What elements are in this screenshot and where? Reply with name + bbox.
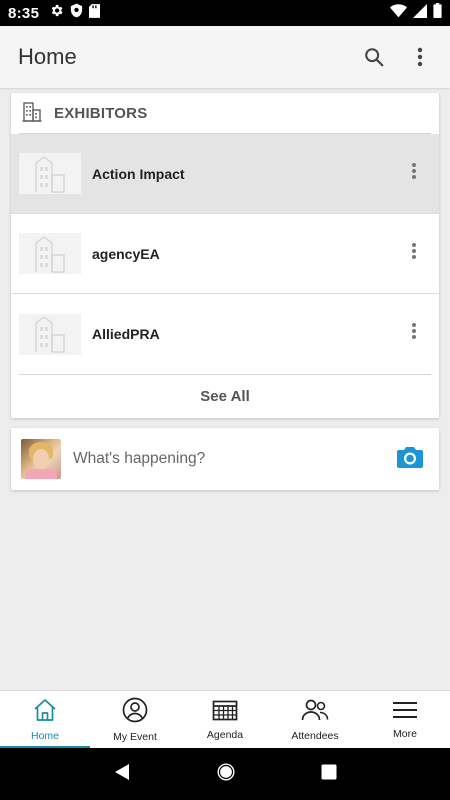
exhibitor-placeholder-image (19, 233, 81, 274)
nav-my-event[interactable]: My Event (90, 691, 180, 748)
status-bar: 8:35 (0, 0, 450, 26)
nav-more[interactable]: More (360, 691, 450, 748)
nav-label: More (393, 727, 417, 740)
nav-label: My Event (113, 730, 157, 743)
post-input[interactable]: What's happening? (73, 450, 205, 468)
exhibitors-card: EXHIBITORS Action Impact agencyEA Allied… (11, 93, 439, 418)
status-time: 8:35 (8, 4, 40, 22)
nav-agenda[interactable]: Agenda (180, 691, 270, 748)
exhibitors-title: EXHIBITORS (54, 104, 148, 122)
home-icon (32, 698, 58, 727)
nav-home[interactable]: Home (0, 691, 90, 748)
bottom-navigation: Home My Event Agenda Attendees More (0, 690, 450, 748)
avatar (21, 439, 61, 479)
people-icon (301, 698, 329, 727)
exhibitor-row[interactable]: Action Impact (11, 134, 439, 214)
person-circle-icon (122, 697, 148, 728)
page-title: Home (18, 44, 77, 69)
wifi-icon (390, 3, 407, 23)
exhibitor-name: agencyEA (92, 245, 160, 262)
system-navigation-bar (0, 748, 450, 800)
overflow-menu-icon[interactable] (408, 45, 432, 69)
more-vert-icon[interactable] (411, 162, 417, 185)
more-vert-icon[interactable] (411, 242, 417, 265)
exhibitor-row[interactable]: AlliedPRA (11, 294, 439, 374)
back-icon[interactable] (113, 763, 131, 786)
home-circle-icon[interactable] (216, 762, 236, 787)
shield-icon (70, 3, 83, 23)
signal-icon (413, 3, 427, 23)
search-icon[interactable] (362, 45, 386, 69)
app-bar: Home (0, 26, 450, 88)
exhibitor-placeholder-image (19, 313, 81, 355)
camera-icon[interactable] (397, 446, 423, 473)
calendar-grid-icon (212, 699, 238, 726)
exhibitor-name: Action Impact (92, 165, 185, 182)
see-all-button[interactable]: See All (11, 375, 439, 417)
more-vert-icon[interactable] (411, 322, 417, 345)
exhibitor-name: AlliedPRA (92, 326, 160, 342)
hamburger-icon (392, 700, 418, 725)
nav-label: Agenda (206, 728, 244, 741)
recents-square-icon[interactable] (321, 764, 337, 785)
post-composer[interactable]: What's happening? (11, 428, 439, 490)
exhibitor-row[interactable]: agencyEA (11, 214, 439, 294)
exhibitors-header: EXHIBITORS (11, 93, 439, 133)
building-icon (22, 100, 42, 127)
nav-label: Attendees (291, 729, 339, 742)
sd-card-icon (89, 3, 101, 23)
battery-icon (433, 3, 442, 23)
nav-label: Home (30, 729, 59, 742)
exhibitor-placeholder-image (19, 153, 81, 194)
gear-icon (49, 3, 64, 23)
nav-attendees[interactable]: Attendees (270, 691, 360, 748)
